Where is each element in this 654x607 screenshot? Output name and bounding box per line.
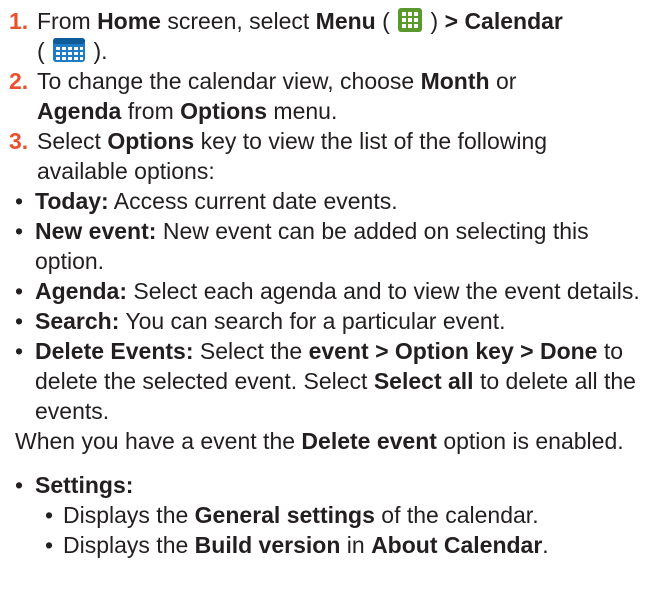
step-text: From Home screen, select Menu ( ) > Cale… xyxy=(37,8,563,64)
option-label: Agenda: xyxy=(35,278,127,304)
home-label: Home xyxy=(97,8,161,34)
calendar-label: > Calendar xyxy=(444,8,563,34)
list-item: Displays the General settings of the cal… xyxy=(45,500,644,530)
options-label: Options xyxy=(107,128,195,154)
build-version-label: Build version xyxy=(194,532,341,558)
about-calendar-label: About Calendar xyxy=(371,532,543,558)
agenda-label: Agenda xyxy=(37,98,122,124)
delete-event-note: When you have a event the Delete event o… xyxy=(15,428,624,454)
select-all-label: Select all xyxy=(373,368,474,394)
step-number: 1. xyxy=(9,8,29,34)
menu-grid-icon xyxy=(398,8,423,32)
step-number: 2. xyxy=(9,68,29,94)
options-label: Options xyxy=(180,98,268,124)
list-item: New event: New event can be added on sel… xyxy=(15,216,644,276)
list-item: Displays the Build version in About Cale… xyxy=(45,530,644,560)
step-text: Select Options key to view the list of t… xyxy=(37,128,548,184)
option-description: Select each agenda and to view the event… xyxy=(127,278,640,304)
option-description: Access current date events. xyxy=(108,188,398,214)
month-label: Month xyxy=(420,68,490,94)
list-item: Settings: Displays the General settings … xyxy=(15,470,644,560)
option-label: New event: xyxy=(35,218,157,244)
step-text: To change the calendar view, choose Mont… xyxy=(37,68,517,124)
step-number: 3. xyxy=(9,128,29,154)
option-label: Delete Events: xyxy=(35,338,194,364)
list-item: Search: You can search for a particular … xyxy=(15,306,644,336)
step-1: 1. From Home screen, select Menu ( ) > C… xyxy=(9,6,644,66)
delete-event-label: Delete event xyxy=(301,428,437,454)
option-label: Search: xyxy=(35,308,120,334)
event-path-label: event > Option key > Done xyxy=(308,338,598,364)
step-3: 3. Select Options key to view the list o… xyxy=(9,126,644,186)
step-2: 2. To change the calendar view, choose M… xyxy=(9,66,644,126)
calendar-instructions: 1. From Home screen, select Menu ( ) > C… xyxy=(0,0,654,607)
options-list: Today: Access current date events. New e… xyxy=(9,186,644,426)
list-item: Agenda: Select each agenda and to view t… xyxy=(15,276,644,306)
menu-label: Menu xyxy=(315,8,376,34)
settings-list: Settings: Displays the General settings … xyxy=(9,470,644,560)
list-item: Today: Access current date events. xyxy=(15,186,644,216)
option-description: You can search for a particular event. xyxy=(119,308,506,334)
option-label: Settings: xyxy=(35,472,134,498)
general-settings-label: General settings xyxy=(194,502,375,528)
option-label: Today: xyxy=(35,188,109,214)
list-item: Delete Events: Select the event > Option… xyxy=(15,336,644,426)
settings-sublist: Displays the General settings of the cal… xyxy=(35,500,644,560)
calendar-app-icon xyxy=(53,38,86,62)
